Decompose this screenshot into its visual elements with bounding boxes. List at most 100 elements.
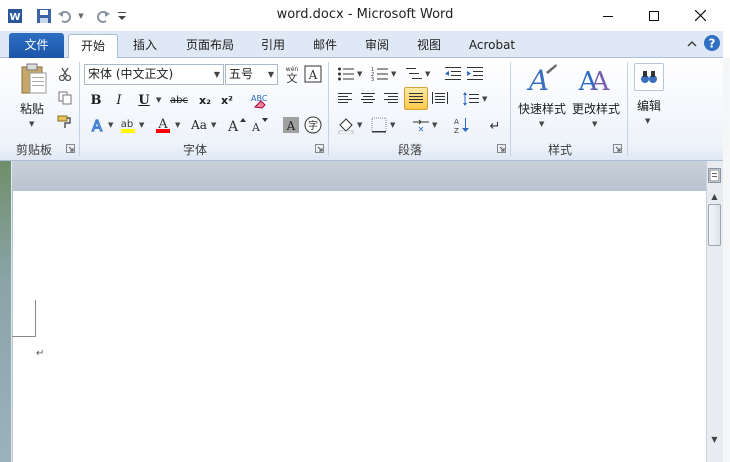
strikethrough-button[interactable]: abc bbox=[168, 90, 190, 110]
view-ruler-button[interactable] bbox=[708, 168, 721, 183]
copy-icon[interactable] bbox=[55, 88, 75, 108]
italic-button[interactable]: I bbox=[109, 90, 129, 110]
distributed-icon[interactable] bbox=[430, 89, 450, 109]
paste-icon[interactable] bbox=[16, 62, 52, 98]
highlight-icon[interactable]: ab bbox=[118, 115, 138, 135]
tab-references[interactable]: 引用 bbox=[253, 34, 293, 58]
show-marks-icon[interactable]: ↵ bbox=[485, 115, 505, 135]
tab-insert[interactable]: 插入 bbox=[124, 34, 166, 58]
ribbon-home: 粘贴 ▼ 剪贴板 宋体 (中文正文) ▼ 五号 ▼ wén 文 A B I U … bbox=[0, 58, 730, 161]
numbering-dropdown-icon[interactable]: ▼ bbox=[391, 70, 396, 78]
scroll-thumb[interactable] bbox=[708, 204, 721, 246]
borders-dropdown-icon[interactable]: ▼ bbox=[390, 121, 395, 129]
font-family-select[interactable]: 宋体 (中文正文) ▼ bbox=[84, 64, 224, 85]
chevron-down-icon: ▼ bbox=[267, 70, 274, 79]
change-styles-dropdown-icon[interactable]: ▼ bbox=[592, 120, 597, 128]
numbering-icon[interactable]: 123 bbox=[370, 64, 390, 84]
change-styles-icon[interactable]: AA bbox=[576, 61, 612, 97]
desktop-edge bbox=[723, 58, 730, 462]
clipboard-group-label: 剪贴板 bbox=[15, 143, 52, 157]
underline-dropdown-icon[interactable]: ▼ bbox=[156, 96, 161, 104]
quick-styles-icon[interactable]: A bbox=[523, 61, 559, 97]
text-effects-dropdown-icon[interactable]: ▼ bbox=[108, 121, 113, 129]
line-spacing-icon[interactable] bbox=[461, 89, 481, 109]
clipboard-launcher-icon[interactable] bbox=[66, 144, 75, 153]
svg-text:A: A bbox=[526, 64, 549, 96]
help-icon[interactable]: ? bbox=[702, 33, 722, 53]
tab-page-layout[interactable]: 页面布局 bbox=[179, 34, 241, 58]
bold-button[interactable]: B bbox=[86, 90, 106, 110]
tab-review[interactable]: 审阅 bbox=[357, 34, 397, 58]
font-color-dropdown-icon[interactable]: ▼ bbox=[175, 121, 180, 129]
grow-font-button[interactable]: A bbox=[226, 115, 246, 135]
cut-icon[interactable] bbox=[55, 64, 75, 84]
svg-text:✕: ✕ bbox=[418, 125, 425, 134]
paste-label[interactable]: 粘贴 bbox=[14, 100, 50, 117]
shrink-font-button[interactable]: A bbox=[249, 115, 269, 135]
bullets-dropdown-icon[interactable]: ▼ bbox=[357, 70, 362, 78]
minimize-ribbon-icon[interactable] bbox=[682, 34, 702, 54]
close-button[interactable] bbox=[677, 0, 723, 31]
phonetic-guide-icon[interactable]: wén 文 bbox=[282, 64, 302, 84]
align-left-icon[interactable] bbox=[335, 89, 355, 109]
increase-indent-icon[interactable] bbox=[465, 64, 485, 84]
styles-launcher-icon[interactable] bbox=[613, 144, 622, 153]
tab-home[interactable]: 开始 bbox=[68, 34, 118, 60]
format-painter-icon[interactable] bbox=[55, 112, 75, 132]
shading-dropdown-icon[interactable]: ▼ bbox=[357, 121, 362, 129]
chinese-layout-icon[interactable]: ✕ bbox=[411, 115, 431, 135]
quick-styles-label[interactable]: 快速样式 bbox=[514, 100, 570, 117]
shading-icon[interactable] bbox=[336, 115, 356, 135]
font-launcher-icon[interactable] bbox=[315, 144, 324, 153]
clear-formatting-icon[interactable]: ABC bbox=[248, 90, 268, 110]
paragraph-launcher-icon[interactable] bbox=[497, 144, 506, 153]
underline-button[interactable]: U bbox=[134, 90, 154, 110]
font-color-icon[interactable]: A bbox=[153, 115, 173, 135]
tab-file[interactable]: 文件 bbox=[9, 33, 64, 58]
scroll-down-arrow-icon[interactable]: ▼ bbox=[706, 433, 723, 447]
subscript-button[interactable]: x₂ bbox=[195, 90, 215, 110]
decrease-indent-icon[interactable] bbox=[443, 64, 463, 84]
bullets-icon[interactable] bbox=[336, 64, 356, 84]
editing-label[interactable]: 编辑 bbox=[630, 97, 668, 114]
svg-text:A: A bbox=[590, 67, 611, 96]
borders-icon[interactable] bbox=[369, 115, 389, 135]
document-page[interactable] bbox=[12, 191, 706, 462]
change-case-button[interactable]: Aa bbox=[187, 115, 211, 135]
tab-view[interactable]: 视图 bbox=[409, 34, 449, 58]
minimize-button[interactable] bbox=[585, 0, 631, 31]
styles-group-label: 样式 bbox=[547, 143, 572, 157]
justify-icon[interactable] bbox=[404, 87, 428, 110]
change-case-dropdown-icon[interactable]: ▼ bbox=[211, 121, 216, 129]
sort-icon[interactable]: AZ bbox=[452, 115, 472, 135]
highlight-dropdown-icon[interactable]: ▼ bbox=[139, 121, 144, 129]
tab-mailings[interactable]: 邮件 bbox=[305, 34, 345, 58]
text-effects-icon[interactable]: A bbox=[87, 115, 107, 135]
find-binoculars-icon[interactable] bbox=[634, 63, 664, 91]
svg-text:A: A bbox=[251, 121, 261, 134]
quick-styles-dropdown-icon[interactable]: ▼ bbox=[539, 120, 544, 128]
align-right-icon[interactable] bbox=[381, 89, 401, 109]
enclose-character-icon[interactable]: 字 bbox=[303, 115, 323, 135]
svg-text:A: A bbox=[454, 118, 459, 126]
editing-dropdown-icon[interactable]: ▼ bbox=[645, 117, 650, 125]
tab-acrobat[interactable]: Acrobat bbox=[461, 34, 523, 58]
maximize-button[interactable] bbox=[631, 0, 677, 31]
scroll-up-arrow-icon[interactable]: ▲ bbox=[706, 190, 723, 204]
word-window: W ▼ word.docx - Microsoft Word 文件 开始 插入 … bbox=[0, 0, 730, 462]
character-shading-icon[interactable]: A bbox=[281, 115, 301, 135]
ribbon-tabs: 文件 开始 插入 页面布局 引用 邮件 审阅 视图 Acrobat ? bbox=[0, 31, 730, 60]
align-center-icon[interactable] bbox=[358, 89, 378, 109]
superscript-button[interactable]: x² bbox=[217, 90, 237, 110]
svg-text:ab: ab bbox=[121, 119, 133, 130]
multilevel-list-icon[interactable] bbox=[404, 64, 424, 84]
change-styles-label[interactable]: 更改样式 bbox=[568, 100, 624, 117]
chinese-layout-dropdown-icon[interactable]: ▼ bbox=[432, 121, 437, 129]
line-spacing-dropdown-icon[interactable]: ▼ bbox=[482, 95, 487, 103]
character-border-icon[interactable]: A bbox=[303, 64, 323, 84]
svg-text:3: 3 bbox=[371, 77, 374, 82]
font-size-select[interactable]: 五号 ▼ bbox=[225, 64, 278, 85]
svg-text:↵: ↵ bbox=[490, 119, 501, 133]
paste-dropdown-icon[interactable]: ▼ bbox=[29, 120, 34, 128]
multilevel-dropdown-icon[interactable]: ▼ bbox=[425, 70, 430, 78]
